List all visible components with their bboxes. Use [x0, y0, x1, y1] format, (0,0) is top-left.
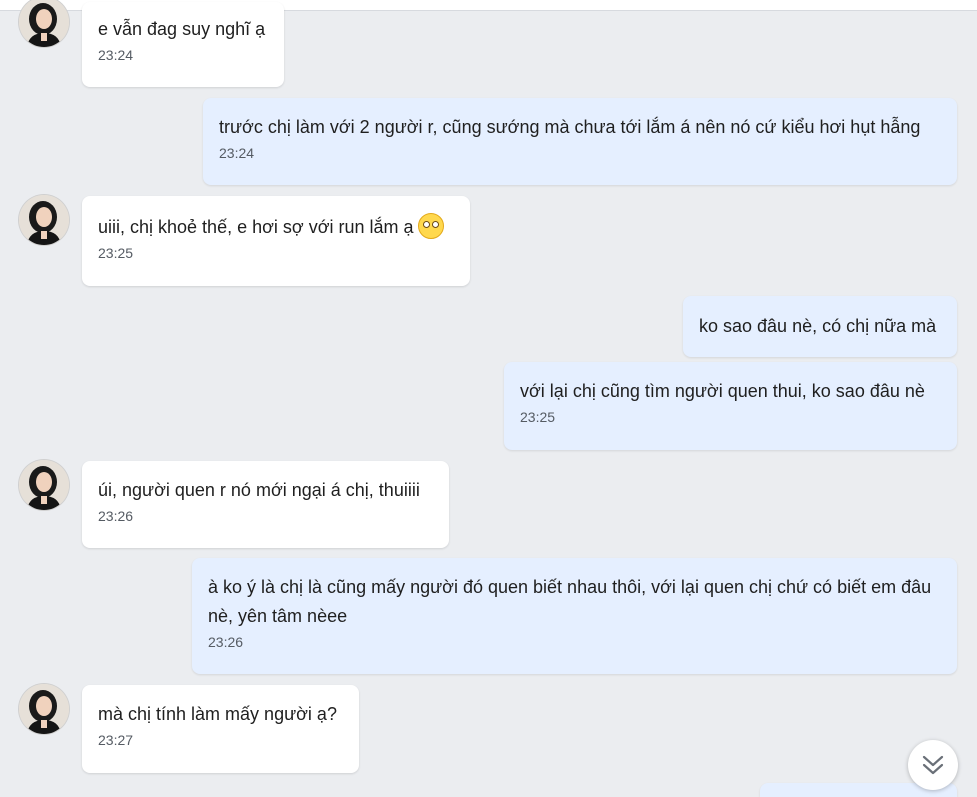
message-text: trước chị làm với 2 người r, cũng sướng …	[219, 117, 921, 137]
message-bubble-incoming[interactable]: uiii, chị khoẻ thế, e hơi sợ với run lắm…	[82, 196, 470, 286]
message-text: với lại chị cũng tìm người quen thui, ko…	[520, 381, 925, 401]
pleading-face-emoji-icon	[417, 213, 444, 239]
message-time: 23:25	[98, 245, 134, 261]
contact-avatar[interactable]	[19, 0, 69, 47]
contact-avatar[interactable]	[19, 460, 69, 510]
message-text-row: uiii, chị khoẻ thế, e hơi sợ với run lắm…	[98, 213, 454, 242]
contact-avatar[interactable]	[19, 684, 69, 734]
message-text: úi, người quen r nó mới ngại á chị, thui…	[98, 480, 420, 500]
message-text: ko sao đâu nè, có chị nữa mà	[699, 316, 937, 336]
message-text: e vẫn đag suy nghĩ ạ	[98, 19, 266, 39]
double-chevron-down-icon	[922, 755, 944, 775]
message-bubble-incoming[interactable]: e vẫn đag suy nghĩ ạ 23:24	[82, 2, 284, 87]
message-time: 23:24	[98, 47, 134, 63]
message-time: 23:26	[98, 508, 134, 524]
message-bubble-outgoing[interactable]: ko sao đâu nè, có chị nữa mà	[683, 296, 957, 357]
message-text: mà chị tính làm mấy người ạ?	[98, 704, 337, 724]
avatar-image	[19, 195, 69, 245]
message-time: 23:27	[98, 732, 134, 748]
message-time: 23:25	[520, 409, 556, 425]
message-bubble-outgoing[interactable]: trước chị làm với 2 người r, cũng sướng …	[203, 98, 957, 185]
message-text: à ko ý là chị là cũng mấy người đó quen …	[208, 577, 932, 626]
message-time: 23:26	[208, 634, 244, 650]
avatar-image	[19, 0, 69, 47]
avatar-image	[19, 684, 69, 734]
message-time: 23:24	[219, 145, 255, 161]
message-bubble-outgoing[interactable]: với lại chị cũng tìm người quen thui, ko…	[504, 362, 957, 450]
message-bubble-incoming[interactable]: úi, người quen r nó mới ngại á chị, thui…	[82, 461, 449, 548]
scroll-to-bottom-button[interactable]	[908, 740, 958, 790]
message-bubble-incoming[interactable]: mà chị tính làm mấy người ạ? 23:27	[82, 685, 359, 773]
message-bubble-outgoing[interactable]: à ko ý là chị là cũng mấy người đó quen …	[192, 558, 957, 674]
avatar-image	[19, 460, 69, 510]
message-text: uiii, chị khoẻ thế, e hơi sợ với run lắm…	[98, 217, 414, 237]
contact-avatar[interactable]	[19, 195, 69, 245]
